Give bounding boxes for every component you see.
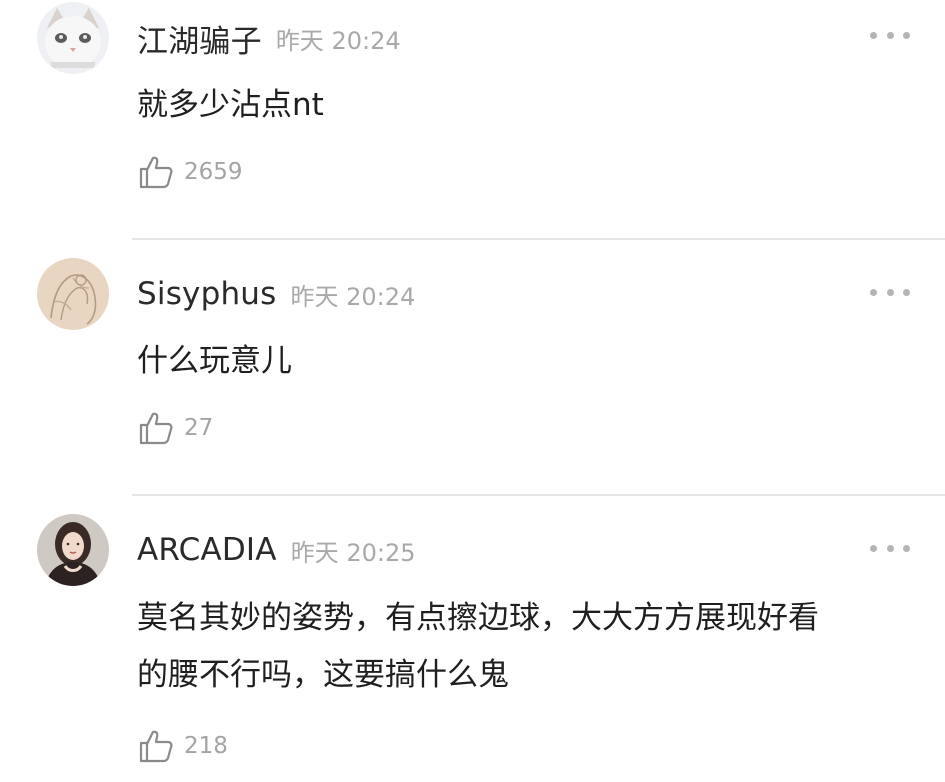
like-button[interactable]: 218 (138, 726, 228, 766)
username[interactable]: ARCADIA (137, 532, 277, 568)
comment-text: 什么玩意儿 (137, 343, 292, 379)
woman-portrait-avatar-icon (37, 514, 109, 586)
thumbs-up-icon (139, 156, 173, 189)
more-options-icon[interactable] (870, 28, 910, 42)
white-cat-avatar-icon (37, 2, 109, 74)
divider (132, 238, 945, 240)
more-options-icon[interactable] (870, 541, 910, 555)
username[interactable]: Sisyphus (137, 276, 277, 312)
sketch-drawing-avatar-icon (37, 258, 109, 330)
divider (132, 494, 945, 496)
more-options-icon[interactable] (870, 285, 910, 299)
timestamp: 昨天 20:25 (290, 538, 416, 567)
comment-text: 就多少沾点nt (137, 87, 324, 123)
comment-header: 江湖骗子 昨天 20:24 (137, 16, 401, 60)
timestamp: 昨天 20:24 (275, 26, 401, 55)
timestamp: 昨天 20:24 (290, 282, 416, 311)
avatar[interactable] (37, 2, 109, 74)
like-count: 27 (184, 415, 214, 441)
comment-header: Sisyphus 昨天 20:24 (137, 272, 415, 316)
avatar[interactable] (37, 258, 109, 330)
thumbs-up-icon (139, 412, 173, 445)
comment-text: 莫名其妙的姿势，有点擦边球，大大方方展现好看 的腰不行吗，这要搞什么鬼 (137, 600, 819, 693)
thumbs-up-icon (139, 730, 173, 763)
like-button[interactable]: 27 (138, 408, 213, 448)
like-button[interactable]: 2659 (138, 152, 243, 192)
like-count: 2659 (184, 159, 243, 185)
comment-header: ARCADIA 昨天 20:25 (137, 528, 415, 572)
avatar[interactable] (37, 514, 109, 586)
username[interactable]: 江湖骗子 (137, 16, 262, 61)
like-count: 218 (184, 733, 228, 759)
